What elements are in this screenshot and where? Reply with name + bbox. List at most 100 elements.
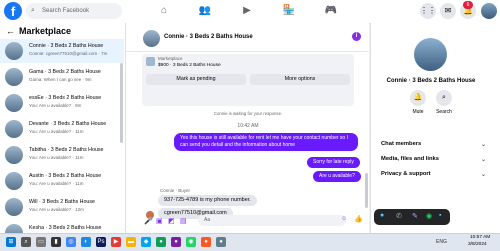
- clock-date[interactable]: 3/8/2024: [468, 242, 487, 247]
- clock-time[interactable]: 10:57 AM: [470, 235, 490, 240]
- app-icon[interactable]: ●: [380, 212, 384, 219]
- file-explorer-icon[interactable]: ▬: [126, 237, 136, 247]
- chevron-down-icon: ⌄: [480, 157, 486, 163]
- conversation-item[interactable]: Tabitha · 3 Beds 2 Baths House You: Are …: [0, 143, 124, 167]
- waiting-notice: Connie is waiting for your response.: [213, 111, 283, 116]
- chat-header: Connie · 3 Beds 2 Baths House i: [126, 23, 369, 52]
- media-files-links-row[interactable]: Media, files and links ⌄: [381, 156, 486, 163]
- incoming-message[interactable]: 937-725-4789 is my phone number.: [158, 195, 257, 206]
- listing-source-label: Marketplace: [158, 56, 183, 61]
- microphone-icon[interactable]: 🎤: [144, 217, 153, 225]
- edge-icon[interactable]: ◐: [81, 237, 91, 247]
- search-icon[interactable]: ⌕: [436, 90, 452, 106]
- emoji-icon[interactable]: ☺: [341, 216, 347, 222]
- thumbs-up-icon[interactable]: 👍: [354, 215, 363, 223]
- chat-listing-thumbnail[interactable]: [143, 30, 160, 47]
- phone-icon[interactable]: ✆: [396, 212, 402, 220]
- facebook-logo[interactable]: f: [4, 2, 22, 20]
- conversation-item[interactable]: Will · 3 Beds 2 Baths House You: Are u a…: [0, 195, 124, 219]
- message-input[interactable]: Aa: [198, 215, 346, 226]
- row-label: Privacy & support: [381, 171, 431, 177]
- terminal-icon[interactable]: ▮: [51, 237, 61, 247]
- conversation-item[interactable]: essEe · 3 Beds 2 Baths House You: Are u …: [0, 91, 124, 115]
- mute-bell-icon[interactable]: 🔔: [410, 90, 426, 106]
- task-view-icon[interactable]: ▭: [36, 237, 46, 247]
- outgoing-message[interactable]: Yes this house is still available for re…: [174, 133, 358, 151]
- whatsapp-icon[interactable]: ◉: [186, 237, 196, 247]
- conversation-preview: You: Are u available? · 11m: [29, 129, 84, 134]
- listing-thumbnail: [5, 172, 23, 190]
- sticker-icon[interactable]: ◩: [168, 217, 175, 225]
- marketplace-icon[interactable]: 🏪: [282, 4, 296, 18]
- listing-thumbnail: [5, 146, 23, 164]
- app-icon[interactable]: ●: [156, 237, 166, 247]
- scrollbar[interactable]: [365, 173, 368, 208]
- search-icon[interactable]: ⌕: [21, 237, 31, 247]
- conversation-name: Connie · 3 Beds 2 Baths House: [29, 43, 104, 49]
- search-input[interactable]: ⌕ Search Facebook: [26, 3, 122, 19]
- info-icon[interactable]: i: [352, 32, 361, 41]
- app-icon[interactable]: ●: [201, 237, 211, 247]
- app-icon[interactable]: ●: [171, 237, 181, 247]
- conversation-item[interactable]: Kesha · 3 Beds 2 Baths House: [0, 221, 124, 233]
- conversation-details-panel: Connie · 3 Beds 2 Baths House 🔔 ⌕ Mute S…: [370, 23, 500, 233]
- store-icon[interactable]: ◆: [141, 237, 151, 247]
- photoshop-icon[interactable]: Ps: [96, 237, 106, 247]
- friends-icon[interactable]: 👥: [198, 4, 212, 18]
- listing-thumbnail: [5, 42, 23, 60]
- whatsapp-icon[interactable]: ◉: [426, 212, 432, 220]
- outgoing-message[interactable]: Are u available?: [313, 171, 361, 182]
- messenger-icon[interactable]: ✉: [440, 3, 456, 19]
- chat-members-row[interactable]: Chat members ⌄: [381, 141, 486, 148]
- video-app-icon[interactable]: ▶: [111, 237, 121, 247]
- scrollbar[interactable]: [120, 63, 123, 143]
- language-indicator[interactable]: ENG: [436, 239, 447, 245]
- search-icon: ⌕: [31, 7, 35, 14]
- conversation-item[interactable]: Austin · 3 Beds 2 Baths House You: Are u…: [0, 169, 124, 193]
- home-icon[interactable]: ⌂: [157, 4, 171, 18]
- more-apps-icon[interactable]: ▪: [439, 212, 441, 219]
- search-placeholder: Search Facebook: [42, 8, 90, 14]
- gaming-icon[interactable]: 🎮: [324, 4, 338, 18]
- listing-profile-photo[interactable]: [414, 38, 447, 71]
- conversation-name: Austin · 3 Beds 2 Baths House: [29, 173, 102, 179]
- conversation-preview: You: Are u available? · 11m: [29, 181, 84, 186]
- conversation-name: essEe · 3 Beds 2 Baths House: [29, 95, 102, 101]
- listing-thumbnail: [5, 94, 23, 112]
- top-navigation-bar: f ⌕ Search Facebook ⌂ 👥 ▶ 🏪 🎮 ⋮⋮ ✉ 🔔 6: [0, 0, 500, 24]
- listing-price-title[interactable]: $900 · 3 Beds 2 Baths House: [158, 63, 221, 68]
- details-title: Connie · 3 Beds 2 Baths House: [386, 78, 476, 84]
- chevron-down-icon: ⌄: [480, 142, 486, 148]
- outgoing-message[interactable]: Sorry for late reply: [307, 157, 360, 168]
- marketplace-header: ← Marketplace: [6, 26, 71, 36]
- conversation-name: Will · 3 Beds 2 Baths House: [29, 199, 95, 205]
- conversation-preview: Gama: When I can go see · 9m: [29, 77, 92, 82]
- conversation-name: Gama · 3 Beds 2 Baths House: [29, 69, 101, 75]
- back-arrow-icon[interactable]: ←: [6, 26, 15, 36]
- more-options-button[interactable]: More options: [250, 74, 350, 85]
- marketplace-title: Marketplace: [19, 26, 72, 36]
- app-icon[interactable]: ●: [216, 237, 226, 247]
- sender-label: Connie · Buyer: [160, 188, 191, 193]
- conversation-item[interactable]: Connie · 3 Beds 2 Baths House Connie: cg…: [0, 39, 124, 63]
- search-label: Search: [436, 109, 452, 115]
- start-icon[interactable]: ⊞: [6, 237, 16, 247]
- message-composer: 🎤 ▣ ◩ ▤ Aa ☺ 👍: [126, 208, 369, 233]
- watch-icon[interactable]: ▶: [240, 4, 254, 18]
- chrome-icon[interactable]: ◎: [66, 237, 76, 247]
- notification-badge: 6: [463, 1, 473, 9]
- gif-icon[interactable]: ▤: [180, 217, 187, 225]
- privacy-support-row[interactable]: Privacy & support ⌄: [381, 171, 486, 178]
- windows-taskbar: ⊞ ⌕ ▭ ▮ ◎ ◐ Ps ▶ ▬ ◆ ● ● ◉ ● ● ENG 10:57…: [0, 233, 500, 251]
- chat-title[interactable]: Connie · 3 Beds 2 Baths House: [164, 34, 253, 40]
- conversation-preview: You: Are u available? · 9m: [29, 103, 82, 108]
- row-label: Media, files and links: [381, 156, 439, 162]
- conversation-item[interactable]: Gama · 3 Beds 2 Baths House Gama: When I…: [0, 65, 124, 89]
- conversation-item[interactable]: Devante · 3 Beds 2 Baths House You: Are …: [0, 117, 124, 141]
- pen-icon[interactable]: ✎: [412, 212, 418, 220]
- mark-as-pending-button[interactable]: Mark as pending: [146, 74, 246, 85]
- image-icon[interactable]: ▣: [156, 217, 163, 225]
- account-avatar[interactable]: [481, 3, 497, 19]
- menu-grid-icon[interactable]: ⋮⋮: [420, 3, 436, 19]
- listing-image: [146, 57, 155, 66]
